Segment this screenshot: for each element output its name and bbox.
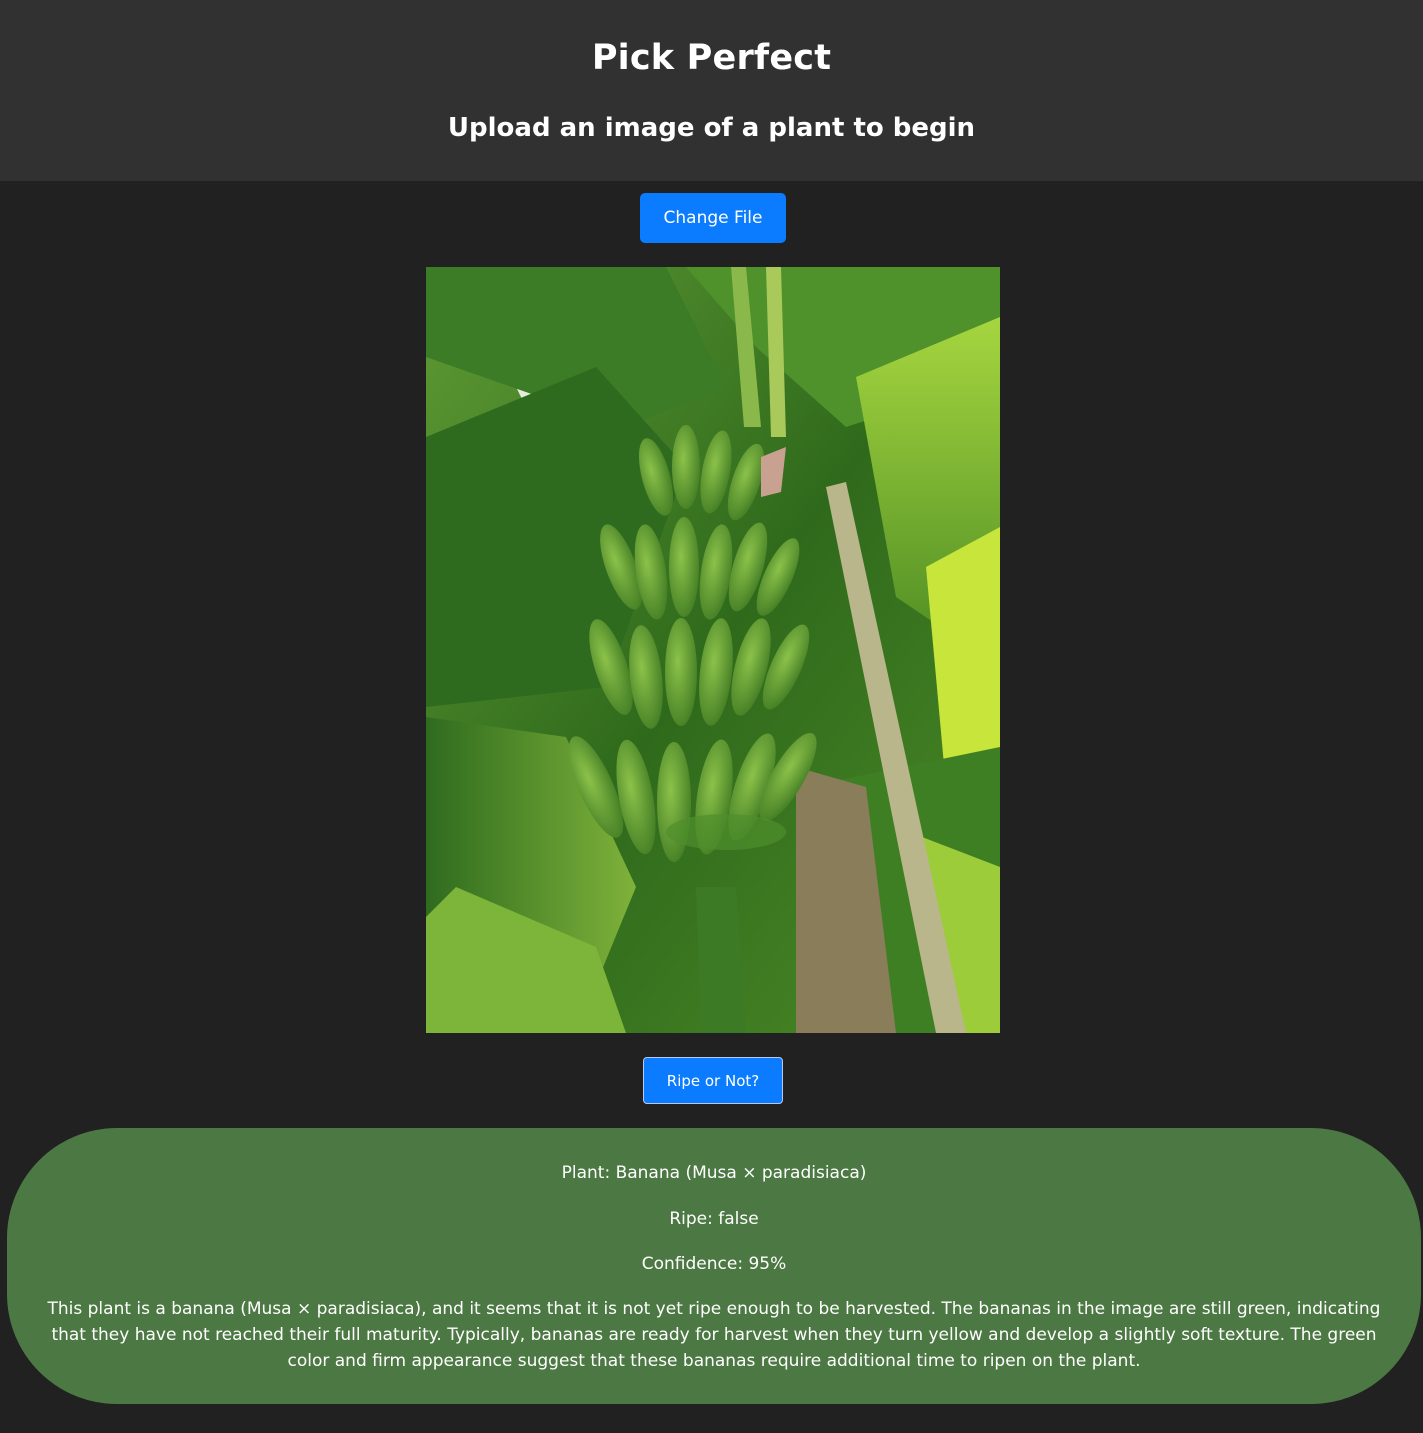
app-title: Pick Perfect bbox=[591, 38, 832, 78]
app-header: Pick Perfect Upload an image of a plant … bbox=[0, 0, 1423, 181]
app-subtitle: Upload an image of a plant to begin bbox=[447, 113, 976, 143]
ripe-or-not-button[interactable]: Ripe or Not? bbox=[643, 1057, 783, 1104]
change-file-button[interactable]: Change File bbox=[640, 193, 786, 243]
result-description: This plant is a banana (Musa × paradisia… bbox=[47, 1299, 1381, 1371]
uploaded-image-preview bbox=[426, 267, 1000, 1033]
result-plant: Plant: Banana (Musa × paradisiaca) bbox=[561, 1163, 867, 1183]
result-ripe: Ripe: false bbox=[669, 1209, 759, 1229]
result-confidence: Confidence: 95% bbox=[641, 1254, 787, 1274]
analysis-result-panel: Plant: Banana (Musa × paradisiaca) Ripe:… bbox=[7, 1128, 1421, 1404]
